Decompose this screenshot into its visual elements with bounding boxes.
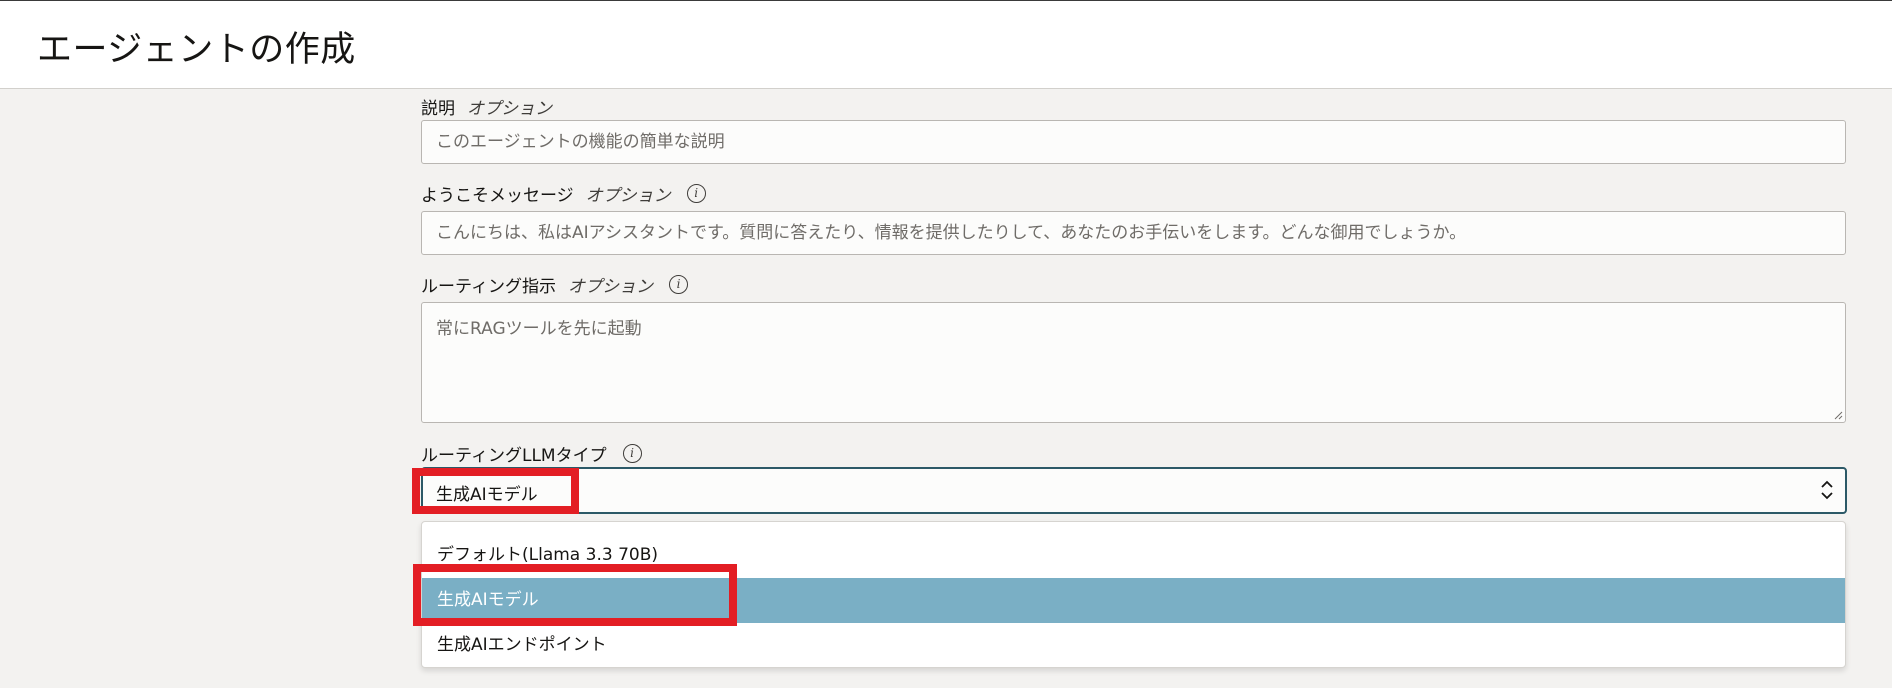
routing-llm-type-select[interactable]: 生成AIモデル [421, 467, 1847, 514]
routing-instructions-placeholder: 常にRAGツールを先に起動 [436, 319, 642, 339]
routing-llm-type-label-text: ルーティングLLMタイプ [421, 446, 607, 466]
chevron-updown-icon [1821, 480, 1833, 500]
routing-instructions-optional-tag: オプション [567, 277, 653, 297]
routing-llm-type-dropdown: デフォルト(Llama 3.3 70B) 生成AIモデル 生成AIエンドポイント [421, 521, 1846, 668]
option-generative-ai-model[interactable]: 生成AIモデル [422, 578, 1845, 623]
routing-instructions-label-text: ルーティング指示 [421, 277, 556, 297]
info-icon[interactable]: i [686, 184, 706, 203]
routing-instructions-label: ルーティング指示 オプション i [421, 272, 688, 297]
description-input[interactable]: このエージェントの機能の簡単な説明 [421, 120, 1846, 164]
resize-handle-icon[interactable] [1833, 410, 1843, 420]
welcome-message-optional-tag: オプション [585, 186, 671, 206]
description-label-text: 説明 [421, 99, 455, 119]
description-label: 説明 オプション [421, 94, 552, 119]
welcome-message-placeholder: こんにちは、私はAIアシスタントです。質問に答えたり、情報を提供したりして、あな… [436, 223, 1467, 243]
routing-llm-type-label: ルーティングLLMタイプ i [421, 441, 642, 466]
option-generative-ai-endpoint[interactable]: 生成AIエンドポイント [422, 623, 1845, 667]
description-optional-tag: オプション [467, 99, 552, 119]
option-default-llama[interactable]: デフォルト(Llama 3.3 70B) [422, 533, 1845, 578]
welcome-message-label-text: ようこそメッセージ [421, 186, 574, 206]
page-header: エージェントの作成 [0, 0, 1892, 89]
info-icon[interactable]: i [622, 444, 642, 463]
info-icon[interactable]: i [668, 275, 688, 294]
routing-instructions-textarea[interactable]: 常にRAGツールを先に起動 [421, 302, 1846, 423]
page-title: エージェントの作成 [37, 30, 356, 70]
welcome-message-input[interactable]: こんにちは、私はAIアシスタントです。質問に答えたり、情報を提供したりして、あな… [421, 211, 1846, 255]
routing-llm-type-selected-value: 生成AIモデル [436, 485, 538, 505]
description-placeholder: このエージェントの機能の簡単な説明 [436, 132, 725, 152]
welcome-message-label: ようこそメッセージ オプション i [421, 181, 706, 206]
